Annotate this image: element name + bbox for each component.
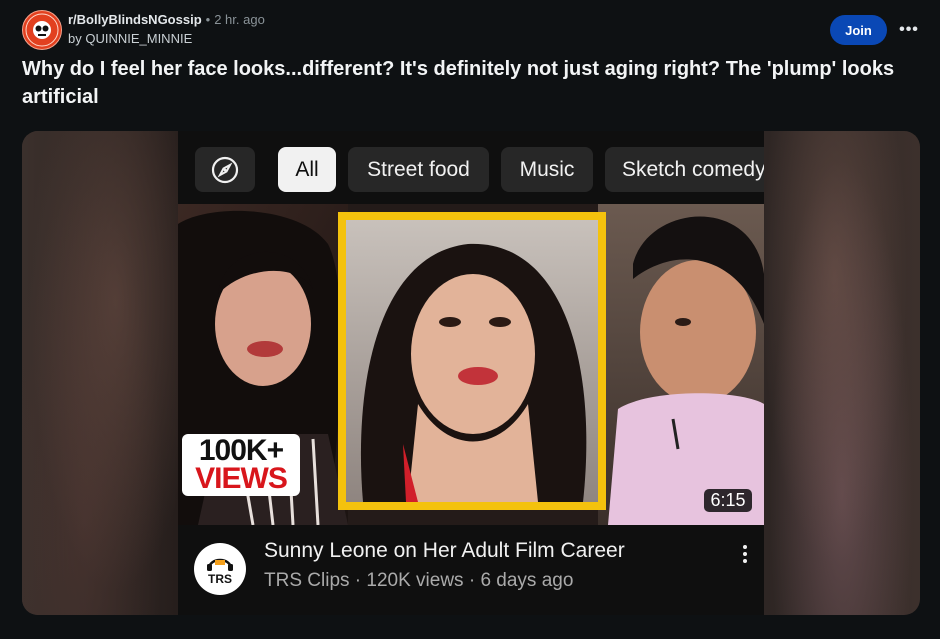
chip-street-food[interactable]: Street food	[348, 147, 489, 192]
compass-icon	[211, 156, 239, 183]
video-menu-button[interactable]	[734, 539, 756, 569]
chip-bar: All Street food Music Sketch comedy	[178, 131, 764, 204]
meta-separator: •	[205, 12, 211, 27]
subreddit-meta-line: r/BollyBlindsNGossip • 2 hr. ago	[68, 12, 265, 27]
menu-dot	[743, 552, 747, 556]
post-time: 2 hr. ago	[214, 12, 265, 27]
subreddit-name[interactable]: r/BollyBlindsNGossip	[68, 12, 202, 27]
more-options-button[interactable]: •••	[894, 15, 924, 45]
post-author[interactable]: by QUINNIE_MINNIE	[68, 31, 192, 46]
post-media[interactable]: All Street food Music Sketch comedy 100K…	[22, 131, 920, 615]
youtube-screenshot: All Street food Music Sketch comedy 100K…	[178, 131, 764, 615]
views-badge-word: VIEWS	[195, 462, 288, 495]
chip-all[interactable]: All	[278, 147, 336, 192]
video-meta: TRS Clips · 120K views · 6 days ago	[264, 570, 574, 591]
subreddit-avatar[interactable]	[22, 10, 62, 50]
channel-avatar-text: TRS	[208, 571, 232, 586]
views-badge: 100K+ VIEWS	[182, 434, 300, 496]
post-title[interactable]: Why do I feel her face looks...different…	[22, 55, 927, 111]
post-header: r/BollyBlindsNGossip • 2 hr. ago by QUINNI…	[22, 10, 920, 50]
video-title[interactable]: Sunny Leone on Her Adult Film Career	[264, 539, 625, 563]
media-blur-right	[764, 131, 920, 615]
chip-sketch-comedy[interactable]: Sketch comedy	[605, 147, 764, 192]
video-duration: 6:15	[704, 489, 752, 512]
video-info: TRS Sunny Leone on Her Adult Film Career…	[178, 525, 764, 615]
views-badge-number: 100K+	[198, 434, 284, 467]
join-button[interactable]: Join	[830, 15, 887, 45]
explore-chip[interactable]	[195, 147, 255, 192]
media-blur-left	[22, 131, 178, 615]
video-thumbnail[interactable]: 100K+ VIEWS 6:15	[178, 204, 764, 525]
menu-dot	[743, 545, 747, 549]
menu-dot	[743, 559, 747, 563]
chip-music[interactable]: Music	[501, 147, 593, 192]
channel-avatar[interactable]: TRS	[194, 543, 246, 595]
headphones-icon	[207, 558, 233, 571]
subreddit-logo-icon	[25, 13, 59, 47]
